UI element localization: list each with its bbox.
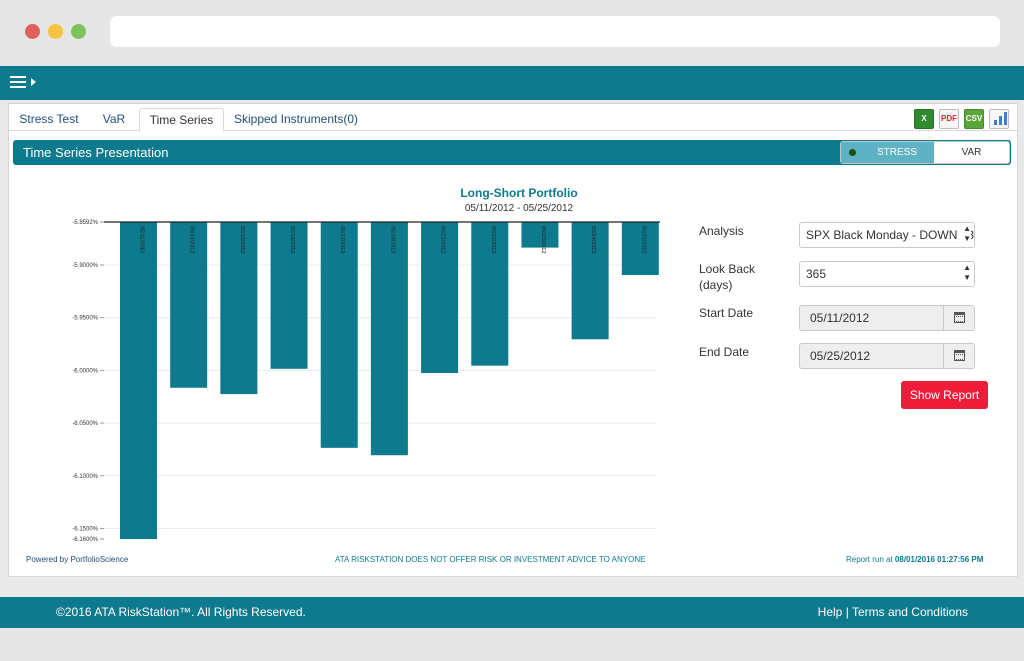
lookback-label-line2: (days) xyxy=(699,278,733,292)
bar-category-label: 05/25/2012 xyxy=(640,226,646,254)
report-run-timestamp: 08/01/2016 01:27:56 PM xyxy=(894,555,984,564)
bar xyxy=(571,222,609,340)
export-chart-icon[interactable] xyxy=(989,109,1009,129)
footer-separator: | xyxy=(842,605,852,619)
tab-stress-test[interactable]: Stress Test xyxy=(13,108,85,131)
start-date-picker-button[interactable] xyxy=(943,306,974,330)
end-date-value: 05/25/2012 xyxy=(810,349,871,363)
bar-category-label: 05/21/2012 xyxy=(440,226,446,254)
bar-category-label: 05/17/2012 xyxy=(339,226,345,254)
export-csv-icon[interactable]: CSV xyxy=(964,109,984,129)
bar xyxy=(621,222,659,276)
toggle-indicator-icon xyxy=(849,149,856,156)
bar-category-label: 05/23/2012 xyxy=(540,226,546,254)
export-excel-icon[interactable]: X xyxy=(914,109,934,129)
bar xyxy=(320,222,358,448)
help-link[interactable]: Help xyxy=(818,605,843,619)
bar xyxy=(521,222,559,248)
end-date-field[interactable]: 05/25/2012 xyxy=(799,343,975,369)
bar-category-label: 05/16/2012 xyxy=(289,226,295,254)
footer-links: Help | Terms and Conditions xyxy=(818,597,968,628)
chart-subtitle: 05/11/2012 - 05/25/2012 xyxy=(464,203,574,214)
bar-category-label: 05/15/2012 xyxy=(239,226,245,254)
analysis-label: Analysis xyxy=(699,224,744,238)
y-tick-label: -6.0500% xyxy=(72,421,98,427)
app-header xyxy=(0,66,1024,100)
address-bar[interactable] xyxy=(110,16,1000,47)
section-title: Time Series Presentation xyxy=(23,145,169,160)
show-report-button[interactable]: Show Report xyxy=(901,381,988,409)
bottom-strip xyxy=(0,628,1024,661)
y-tick-label: -5.9500% xyxy=(72,316,98,322)
lookback-label: Look Back (days) xyxy=(699,261,755,293)
lookback-select[interactable]: 365 ▲ ▼ xyxy=(799,261,975,287)
report-tabs: Stress Test VaR Time Series Skipped Inst… xyxy=(9,104,1017,132)
bar-category-label: 05/24/2012 xyxy=(590,226,596,254)
close-window-button[interactable] xyxy=(25,24,40,39)
hamburger-menu-icon[interactable] xyxy=(10,76,26,89)
bar-category-label: 05/14/2012 xyxy=(189,226,195,254)
report-run-time: Report run at 08/01/2016 01:27:56 PM xyxy=(846,555,983,564)
minimize-window-button[interactable] xyxy=(48,24,63,39)
select-arrows-icon: ▲ ▼ xyxy=(961,224,971,244)
tab-var[interactable]: VaR xyxy=(91,108,137,131)
bar-chart: -5.8592% -5.9000% -5.9500% -6.0000% -6.0500%… xyxy=(72,220,660,543)
bar xyxy=(421,222,459,374)
y-tick-label: -5.9000% xyxy=(72,263,98,269)
y-tick-label: -6.0000% xyxy=(72,368,98,374)
bar-category-label: 05/18/2012 xyxy=(389,226,395,254)
toggle-stress-button[interactable]: STRESS xyxy=(841,142,934,163)
y-tick-label: -6.1000% xyxy=(72,474,98,480)
calendar-icon xyxy=(954,350,965,361)
end-date-picker-button[interactable] xyxy=(943,344,974,368)
bar xyxy=(270,222,308,369)
bar-category-label: 05/22/2012 xyxy=(490,226,496,254)
site-footer: ©2016 ATA RiskStation™. All Rights Reser… xyxy=(0,597,1024,628)
lookback-label-line1: Look Back xyxy=(699,262,756,276)
end-date-label: End Date xyxy=(699,345,750,359)
lookback-select-value: 365 xyxy=(806,267,827,281)
bar xyxy=(471,222,509,366)
select-arrows-icon: ▲ ▼ xyxy=(961,263,971,283)
chart-title: Long-Short Portfolio xyxy=(460,186,578,200)
report-run-prefix: Report run at xyxy=(846,555,895,564)
disclaimer-text: ATA RISKSTATION DOES NOT OFFER RISK OR I… xyxy=(335,555,646,564)
export-pdf-icon[interactable]: PDF xyxy=(939,109,959,129)
y-tick-label: -6.1500% xyxy=(72,526,98,532)
report-panel: Stress Test VaR Time Series Skipped Inst… xyxy=(8,103,1018,577)
tab-skipped-instruments[interactable]: Skipped Instruments(0) xyxy=(231,108,361,131)
toggle-var-button[interactable]: VAR xyxy=(934,142,1009,163)
bar xyxy=(120,222,157,539)
browser-chrome xyxy=(0,0,1024,66)
copyright-text: ©2016 ATA RiskStation™. All Rights Reser… xyxy=(56,605,306,619)
bar-category-label: 05/11/2012 xyxy=(139,226,145,253)
y-tick-label: -5.8592% xyxy=(72,220,98,226)
start-date-field[interactable]: 05/11/2012 xyxy=(799,305,975,331)
calendar-icon xyxy=(954,312,965,323)
powered-by-text: Powered by PortfolioScience xyxy=(26,555,129,564)
tab-time-series[interactable]: Time Series xyxy=(139,108,224,132)
toggle-stress-label: STRESS xyxy=(877,147,918,158)
analysis-select[interactable]: SPX Black Monday - DOWN 23 ▲ ▼ xyxy=(799,222,975,248)
section-header: Time Series Presentation STRESS VAR xyxy=(13,140,1011,165)
bar xyxy=(170,222,208,388)
stress-var-toggle: STRESS VAR xyxy=(840,141,1010,164)
maximize-window-button[interactable] xyxy=(71,24,86,39)
bar xyxy=(370,222,408,456)
start-date-label: Start Date xyxy=(699,306,754,320)
analysis-select-value: SPX Black Monday - DOWN 23 xyxy=(806,228,975,242)
start-date-value: 05/11/2012 xyxy=(810,311,870,325)
terms-link[interactable]: Terms and Conditions xyxy=(852,605,968,619)
expand-caret-icon[interactable] xyxy=(31,78,36,86)
y-tick-label: -6.1600% xyxy=(72,537,98,543)
